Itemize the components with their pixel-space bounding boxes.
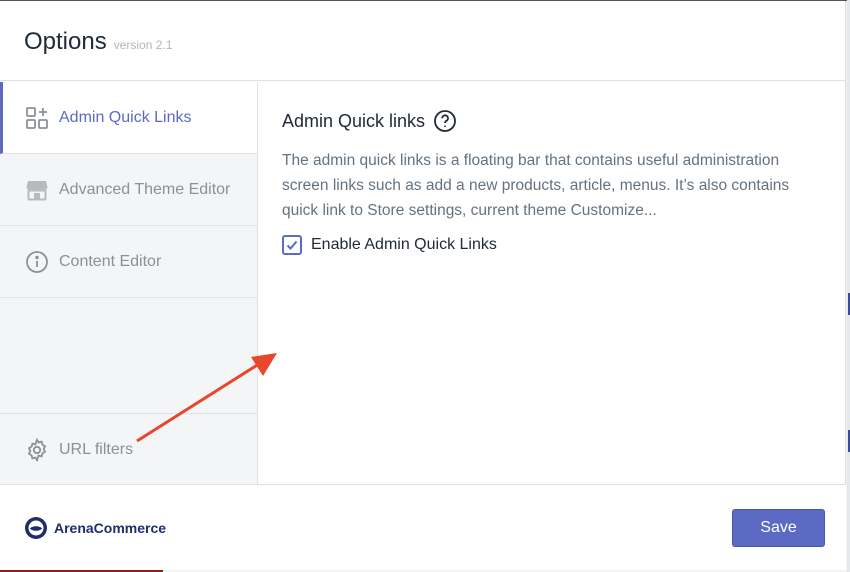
checkmark-icon <box>286 240 298 250</box>
options-modal: Options version 2.1 Admin Quick Links Ad… <box>0 1 846 570</box>
sidebar-item-admin-quick-links[interactable]: Admin Quick Links <box>0 82 257 154</box>
arenacommerce-logo-icon <box>24 516 48 540</box>
brand-name: ArenaCommerce <box>54 520 167 536</box>
info-icon <box>25 250 49 274</box>
version-label: version 2.1 <box>113 38 173 52</box>
sidebar-item-content-editor[interactable]: Content Editor <box>0 226 257 298</box>
annotation-arrow <box>136 353 277 443</box>
sidebar-item-label: URL filters <box>59 440 134 458</box>
question-circle-icon[interactable] <box>433 109 457 133</box>
gear-icon <box>25 437 49 462</box>
section-heading: Admin Quick links <box>282 109 846 133</box>
modal-title: Options <box>24 28 107 55</box>
brand: ArenaCommerce <box>24 516 166 540</box>
content-panel: Admin Quick links The admin quick links … <box>258 82 846 484</box>
sidebar-item-advanced-theme-editor[interactable]: Advanced Theme Editor <box>0 154 257 226</box>
checkbox-label: Enable Admin Quick Links <box>311 236 497 253</box>
modal-header: Options version 2.1 <box>0 1 845 81</box>
sidebar-item-label: Content Editor <box>59 252 162 270</box>
apps-add-icon <box>25 106 49 130</box>
section-title: Admin Quick links <box>282 110 426 131</box>
modal-footer: ArenaCommerce Save <box>0 484 846 570</box>
storefront-icon <box>25 178 49 202</box>
save-button[interactable]: Save <box>732 509 825 547</box>
enable-admin-quick-links-option[interactable]: Enable Admin Quick Links <box>282 235 846 255</box>
modal-body: Admin Quick Links Advanced Theme Editor <box>0 82 846 485</box>
sidebar-item-label: Advanced Theme Editor <box>59 180 231 198</box>
sidebar-item-label: Admin Quick Links <box>59 108 192 126</box>
enable-admin-quick-links-checkbox[interactable] <box>282 235 302 255</box>
section-description: The admin quick links is a floating bar … <box>282 152 790 219</box>
